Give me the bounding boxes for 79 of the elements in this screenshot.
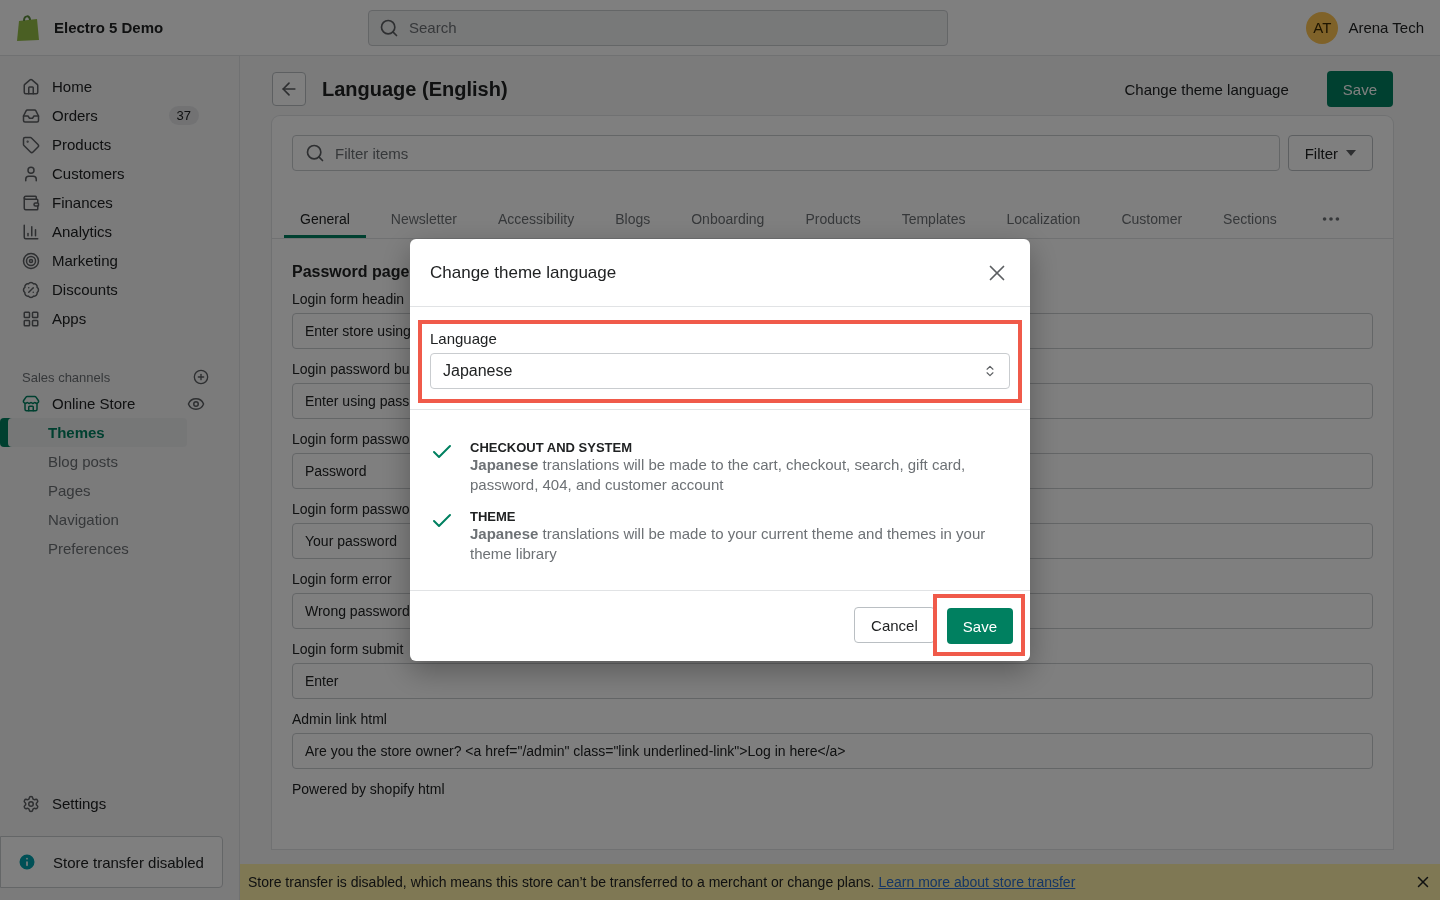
order-count: 37: [168, 106, 199, 125]
save-button[interactable]: Save: [1326, 71, 1393, 107]
learn-more-link[interactable]: Learn more about store transfer: [878, 874, 1076, 890]
field-label: Language: [430, 330, 497, 347]
cancel-button[interactable]: Cancel: [854, 607, 935, 643]
sidebar-item[interactable]: Settings: [8, 789, 211, 818]
sidebar-item[interactable]: Marketing: [8, 246, 211, 275]
search-field[interactable]: Search: [368, 9, 948, 46]
search-placeholder: Search: [409, 19, 457, 36]
section-heading: Sales channels: [22, 369, 111, 385]
page-title: Language (English): [322, 77, 508, 101]
tab[interactable]: Newsletter: [374, 199, 473, 238]
dialog-title: Change theme language: [430, 262, 617, 283]
field-label: Login form error: [292, 571, 392, 587]
sidebar-subitem[interactable]: Blog posts: [8, 447, 187, 476]
filter-field[interactable]: Filter items: [292, 135, 1280, 171]
sidebar-item[interactable]: Customers: [8, 159, 211, 188]
sidebar-subitem[interactable]: Navigation: [8, 505, 187, 534]
person-icon: [22, 164, 40, 183]
item-description: Japanese translations will be made to the cart, checkout, search, gift card, password, 404, and customer account: [470, 455, 967, 495]
bar-chart-icon: [22, 222, 40, 241]
filter-button[interactable]: Filter: [1287, 135, 1373, 171]
text-field[interactable]: Enter: [292, 663, 1373, 699]
sidebar-item[interactable]: Finances: [8, 188, 211, 217]
sidebar-item[interactable]: Apps: [8, 304, 211, 333]
field-label: Login password bu: [292, 361, 410, 377]
tab[interactable]: Sections: [1207, 199, 1293, 238]
sidebar-item[interactable]: Analytics: [8, 217, 211, 246]
sidebar-item[interactable]: Home: [8, 72, 211, 101]
section-title: Password page: [292, 263, 410, 281]
sidebar-item[interactable]: Discounts: [8, 275, 211, 304]
settings-icon: [22, 794, 40, 813]
item-heading: THEME: [470, 509, 517, 524]
tab[interactable]: General: [284, 199, 366, 238]
target-icon: [22, 251, 40, 270]
back-button[interactable]: [272, 72, 306, 106]
field-label: Admin link html: [292, 711, 387, 727]
tag-icon: [22, 135, 40, 154]
sidebar-subitem[interactable]: Preferences: [8, 534, 187, 563]
tab[interactable]: Customer: [1105, 199, 1199, 238]
wallet-icon: [22, 193, 40, 212]
item-heading: CHECKOUT AND SYSTEM: [470, 440, 634, 455]
save-button[interactable]: Save: [946, 608, 1013, 644]
info-icon: [17, 852, 37, 872]
item-description: Japanese translations will be made to your current theme and themes in your theme library: [470, 524, 987, 564]
user-avatar[interactable]: AT: [1306, 11, 1339, 44]
tab[interactable]: Accessibility: [481, 199, 591, 238]
tab[interactable]: Localization: [990, 199, 1097, 238]
search-icon: [379, 17, 399, 38]
tab[interactable]: Templates: [885, 199, 982, 238]
field-label: Login form passwo: [292, 501, 410, 517]
sidebar-item[interactable]: Online Store: [8, 389, 217, 418]
field-label: Login form passwo: [292, 431, 410, 447]
text-field[interactable]: Are you the store owner? <a href="/admin" class="link underlined-link">Log in here</a>: [292, 733, 1373, 769]
tab[interactable]: Onboarding: [675, 199, 781, 238]
sidebar-subitem[interactable]: Pages: [8, 476, 187, 505]
change-language-button[interactable]: Change theme language: [1118, 79, 1295, 99]
store-transfer-notice[interactable]: Store transfer disabled: [0, 836, 223, 888]
home-icon: [22, 77, 40, 96]
grid-icon: [22, 309, 40, 328]
banner-text: Store transfer is disabled, which means this store can’t be transferred to a merchant or change plans.: [248, 874, 875, 890]
search-icon: [305, 143, 325, 163]
store-icon: [22, 394, 40, 413]
store-name: Electro 5 Demo: [54, 19, 165, 36]
percent-badge-icon: [22, 280, 40, 299]
tab[interactable]: Blogs: [599, 199, 667, 238]
field-label: Login form submit: [292, 641, 404, 657]
inbox-icon: [22, 106, 40, 125]
sidebar-item[interactable]: Products: [8, 130, 211, 159]
shopping-bag-icon: [16, 13, 40, 42]
sidebar-item[interactable]: Orders 37: [8, 101, 211, 130]
field-label: Powered by shopify html: [292, 781, 445, 797]
user-name[interactable]: Arena Tech: [1348, 19, 1424, 36]
tab[interactable]: Products: [789, 199, 877, 238]
language-select[interactable]: Japanese: [430, 353, 1010, 389]
add-icon[interactable]: [193, 369, 209, 385]
filter-placeholder: Filter items: [335, 144, 409, 162]
caret-icon: [1346, 150, 1356, 156]
field-label: Login form headin: [292, 291, 405, 307]
